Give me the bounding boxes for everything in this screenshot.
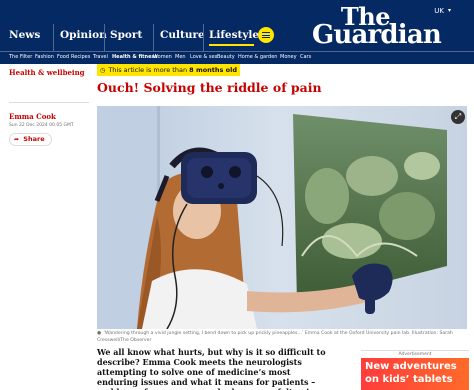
nav-divider xyxy=(104,24,105,51)
ad-headline-line1: New adventures xyxy=(365,361,457,372)
chevron-down-icon: ▾ xyxy=(447,7,451,14)
publish-date[interactable]: Sun 22 Dec 2024 00.05 GMT xyxy=(9,123,74,128)
expand-image-button[interactable]: ⤢ xyxy=(451,110,465,124)
nav-opinion[interactable]: Opinion xyxy=(60,29,107,41)
subnav-item-the-filter[interactable]: The Filter xyxy=(9,53,32,62)
advertisement[interactable]: New adventures on kids’ tablets xyxy=(361,358,469,390)
share-icon: ➦ xyxy=(14,136,20,143)
notice-age: 8 months old xyxy=(189,66,238,74)
share-label: Share xyxy=(23,135,45,143)
camera-icon: ● xyxy=(97,331,102,336)
subnav-item-beauty[interactable]: Beauty xyxy=(217,53,235,62)
ad-headline-line2: on kids’ tablets xyxy=(365,374,453,385)
hamburger-icon xyxy=(262,32,270,34)
hero-illustration xyxy=(97,106,467,329)
nav-divider xyxy=(153,24,154,51)
expand-icon: ⤢ xyxy=(454,112,462,121)
region-selector[interactable]: UK xyxy=(434,7,444,15)
nav-divider xyxy=(53,24,54,51)
subnav-item-love-sex[interactable]: Love & sex xyxy=(190,53,217,62)
advertisement-label: Advertisement xyxy=(361,350,469,357)
meta-divider xyxy=(9,102,89,103)
subnav-item-men[interactable]: Men xyxy=(175,53,186,62)
notice-prefix: This article is more than xyxy=(108,66,188,74)
subnav-item-home-garden[interactable]: Home & garden xyxy=(238,53,277,62)
subnav-item-health-fitness[interactable]: Health & fitness xyxy=(112,53,157,62)
section-label[interactable]: Health & wellbeing xyxy=(9,68,85,77)
hamburger-icon-bar xyxy=(262,37,270,39)
article-age-notice: ◷ This article is more than 8 months old xyxy=(97,64,241,76)
nav-lifestyle[interactable]: Lifestyle xyxy=(209,29,259,41)
subnav-item-money[interactable]: Money xyxy=(280,53,297,62)
subnav-item-recipes[interactable]: Recipes xyxy=(71,53,90,62)
hamburger-icon-bar xyxy=(262,34,270,36)
nav-sport[interactable]: Sport xyxy=(110,29,142,41)
subnav-item-travel[interactable]: Travel xyxy=(93,53,108,62)
subnav-item-women[interactable]: Women xyxy=(153,53,172,62)
image-caption: ● ‘Wandering through a vivid jungle sett… xyxy=(97,331,469,344)
nav-culture[interactable]: Culture xyxy=(160,29,205,41)
hero-image[interactable] xyxy=(97,106,467,329)
caption-text: ‘Wandering through a vivid jungle settin… xyxy=(97,331,453,343)
share-button[interactable]: ➦ Share xyxy=(9,133,52,146)
active-nav-indicator xyxy=(209,44,254,46)
clock-icon: ◷ xyxy=(100,67,106,74)
menu-button[interactable] xyxy=(258,27,274,43)
logo-guardian[interactable]: Guardian xyxy=(312,18,442,52)
subnav-item-fashion[interactable]: Fashion xyxy=(35,53,54,62)
nav-divider xyxy=(203,24,204,51)
nav-news[interactable]: News xyxy=(9,29,40,41)
standfirst: We all know what hurts, but why is it so… xyxy=(97,347,326,390)
lifestyle-subnav: The Filter Fashion Food Recipes Travel H… xyxy=(0,51,474,64)
subnav-item-cars[interactable]: Cars xyxy=(300,53,311,62)
page-title: Ouch! Solving the riddle of pain xyxy=(97,80,322,95)
author-link[interactable]: Emma Cook xyxy=(9,112,56,121)
subnav-item-food[interactable]: Food xyxy=(57,53,69,62)
